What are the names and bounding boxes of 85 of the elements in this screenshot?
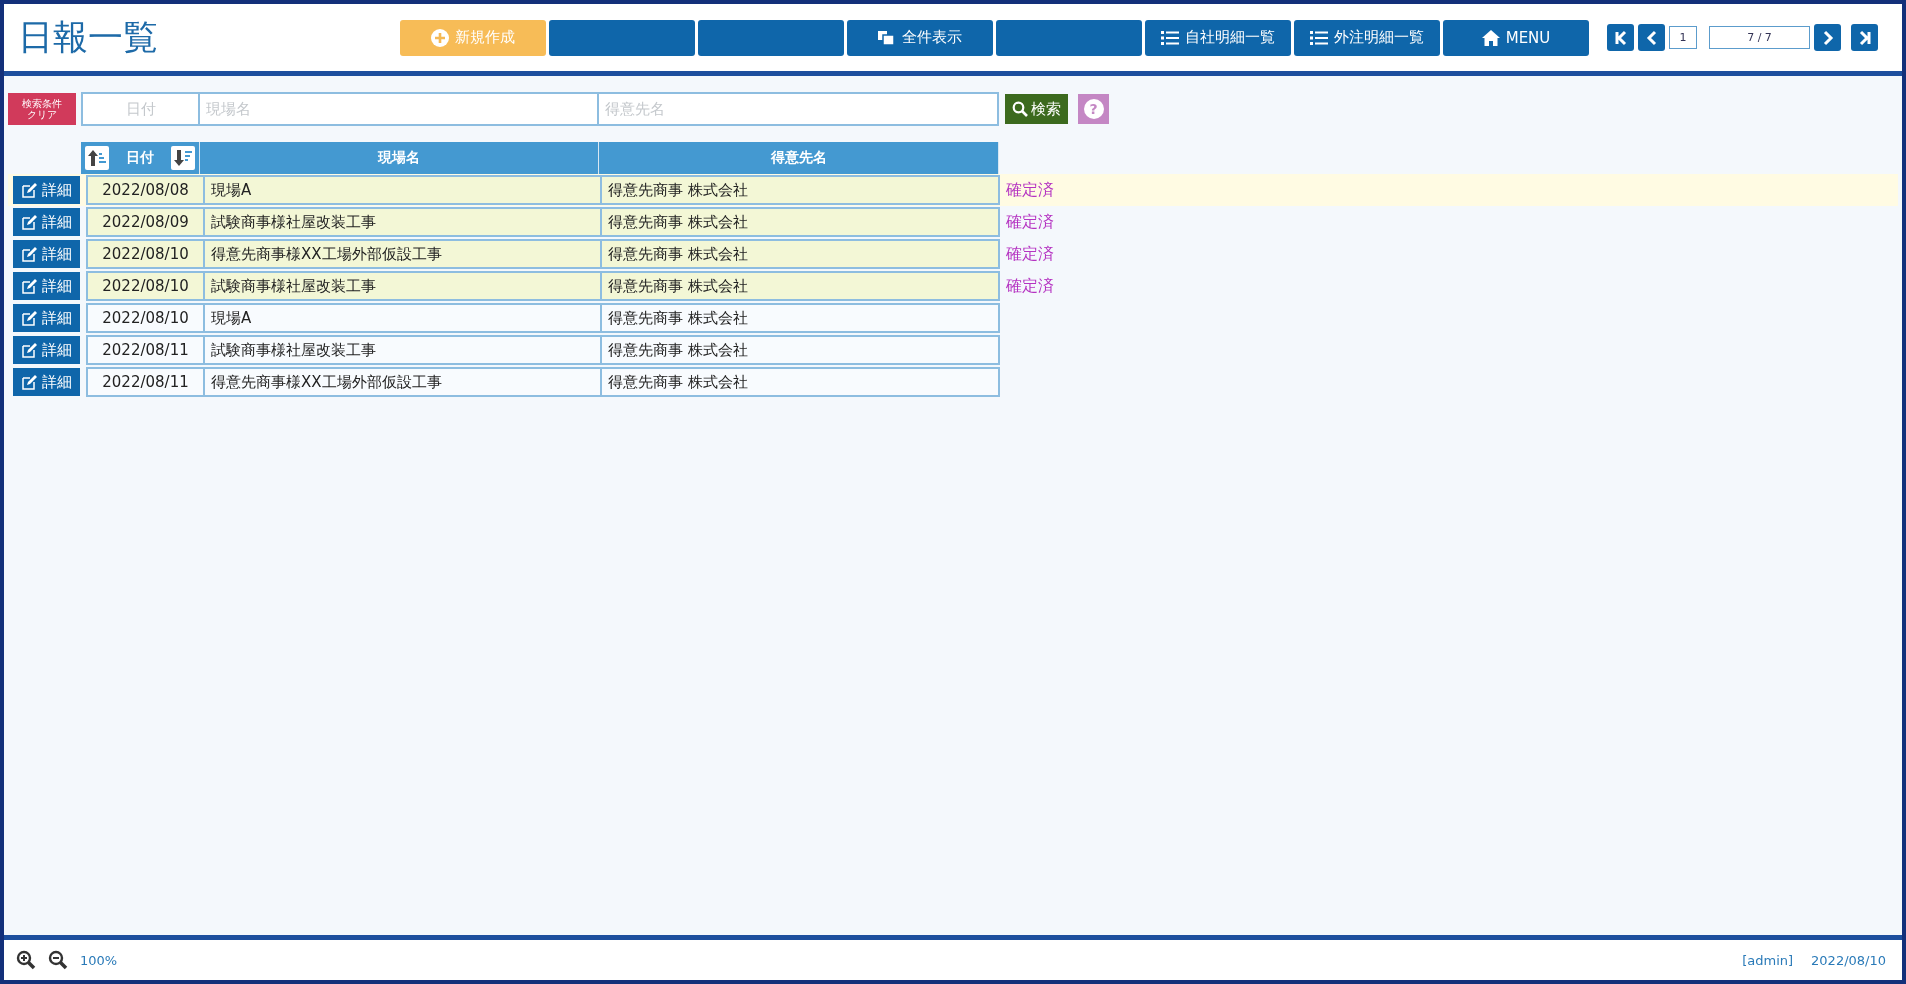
detail-button[interactable]: 詳細 xyxy=(13,304,80,332)
table-cell: 現場A xyxy=(203,175,602,205)
page-count: 7 / 7 xyxy=(1709,26,1810,49)
list-icon xyxy=(1310,29,1328,46)
menu-button[interactable]: MENU xyxy=(1443,19,1589,56)
last-page-button[interactable] xyxy=(1851,24,1878,51)
edit-icon xyxy=(21,214,37,230)
search-button[interactable]: 検索 xyxy=(1005,94,1068,124)
table-cell: 現場A xyxy=(203,303,602,333)
status-label: 確定済 xyxy=(1006,179,1054,201)
zoom-in-button[interactable] xyxy=(16,949,38,971)
client-name-field[interactable]: 得意先名 xyxy=(597,92,999,126)
table-cell: 得意先商事 株式会社 xyxy=(600,271,1000,301)
table-cell: 得意先商事 株式会社 xyxy=(600,335,1000,365)
detail-button[interactable]: 詳細 xyxy=(13,208,80,236)
table-cell: 2022/08/09 xyxy=(86,207,205,237)
column-header: 得意先名 xyxy=(599,142,999,174)
page-title: 日報一覧 xyxy=(18,16,159,59)
detail-button[interactable]: 詳細 xyxy=(13,272,80,300)
column-header: 現場名 xyxy=(200,142,599,174)
sort-ascending-icon xyxy=(88,149,106,167)
zoom-out-icon xyxy=(48,950,68,970)
zoom-in-icon xyxy=(16,950,36,970)
edit-icon xyxy=(21,374,37,390)
toolbar-button[interactable]: 全件表示 xyxy=(847,19,993,56)
current-date: 2022/08/10 xyxy=(1811,952,1886,968)
site-name-field[interactable]: 現場名 xyxy=(198,92,599,126)
edit-icon xyxy=(21,246,37,262)
table-cell: 得意先商事 株式会社 xyxy=(600,207,1000,237)
sort-ascending-button[interactable] xyxy=(85,146,109,170)
page-field[interactable]: 1 xyxy=(1669,26,1697,49)
zoom-out-button[interactable] xyxy=(48,949,70,971)
search-icon xyxy=(1012,101,1028,117)
sort-descending-icon xyxy=(174,149,192,167)
edit-icon xyxy=(21,342,37,358)
edit-icon xyxy=(21,182,37,198)
blank-button[interactable] xyxy=(996,19,1142,56)
edit-icon xyxy=(21,310,37,326)
date-field[interactable]: 日付 xyxy=(81,92,200,126)
status-label: 確定済 xyxy=(1006,275,1054,297)
table-cell: 2022/08/11 xyxy=(86,367,205,397)
table-row[interactable]: 詳細 2022/08/11 得意先商事様XX工場外部仮設工事 得意先商事 株式会社 xyxy=(8,366,1898,398)
table-cell: 2022/08/10 xyxy=(86,271,205,301)
detail-button[interactable]: 詳細 xyxy=(13,368,80,396)
table-cell: 2022/08/11 xyxy=(86,335,205,365)
detail-button[interactable]: 詳細 xyxy=(13,240,80,268)
table-row[interactable]: 詳細 2022/08/10 試験商事様社屋改装工事 得意先商事 株式会社 確定済 xyxy=(8,270,1898,302)
zoom-level: 100% xyxy=(80,952,118,968)
edit-icon xyxy=(21,278,37,294)
table-row[interactable]: 詳細 2022/08/10 得意先商事様XX工場外部仮設工事 得意先商事 株式会社 確定済 xyxy=(8,238,1898,270)
table-cell: 2022/08/08 xyxy=(86,175,205,205)
table-cell: 2022/08/10 xyxy=(86,239,205,269)
detail-button[interactable]: 詳細 xyxy=(13,336,80,364)
table-cell: 得意先商事様XX工場外部仮設工事 xyxy=(203,239,602,269)
column-header: 日付 xyxy=(126,149,154,167)
table-row[interactable]: 詳細 2022/08/10 現場A 得意先商事 株式会社 xyxy=(8,302,1898,334)
sort-descending-button[interactable] xyxy=(171,146,195,170)
plus-circle-icon xyxy=(431,28,449,47)
table-cell: 2022/08/10 xyxy=(86,303,205,333)
table-row[interactable]: 詳細 2022/08/11 試験商事様社屋改装工事 得意先商事 株式会社 xyxy=(8,334,1898,366)
status-label: 確定済 xyxy=(1006,243,1054,265)
table-row[interactable]: 詳細 2022/08/09 試験商事様社屋改装工事 得意先商事 株式会社 確定済 xyxy=(8,206,1898,238)
toolbar-button[interactable]: 外注明細一覧 xyxy=(1294,19,1440,56)
table-cell: 得意先商事 株式会社 xyxy=(600,175,1000,205)
clear-search-button[interactable]: 検索条件クリア xyxy=(8,93,76,125)
list-icon xyxy=(1161,29,1179,46)
previous-page-button[interactable] xyxy=(1638,24,1665,51)
toolbar-button[interactable]: 自社明細一覧 xyxy=(1145,19,1291,56)
detail-button[interactable]: 詳細 xyxy=(13,176,80,204)
copy-icon xyxy=(878,29,896,46)
status-label: 確定済 xyxy=(1006,211,1054,233)
table-row[interactable]: 詳細 2022/08/08 現場A 得意先商事 株式会社 確定済 xyxy=(8,174,1898,206)
home-icon xyxy=(1481,29,1500,46)
table-cell: 得意先商事 株式会社 xyxy=(600,367,1000,397)
table-cell: 試験商事様社屋改装工事 xyxy=(203,271,602,301)
table-cell: 得意先商事 株式会社 xyxy=(600,303,1000,333)
user-name: [admin] xyxy=(1742,952,1794,968)
next-page-button[interactable] xyxy=(1814,24,1841,51)
blank-button[interactable] xyxy=(698,19,844,56)
first-page-button[interactable] xyxy=(1607,24,1634,51)
table-cell: 得意先商事様XX工場外部仮設工事 xyxy=(203,367,602,397)
table-cell: 試験商事様社屋改装工事 xyxy=(203,335,602,365)
table-cell: 得意先商事 株式会社 xyxy=(600,239,1000,269)
blank-button[interactable] xyxy=(549,19,695,56)
table-cell: 試験商事様社屋改装工事 xyxy=(203,207,602,237)
